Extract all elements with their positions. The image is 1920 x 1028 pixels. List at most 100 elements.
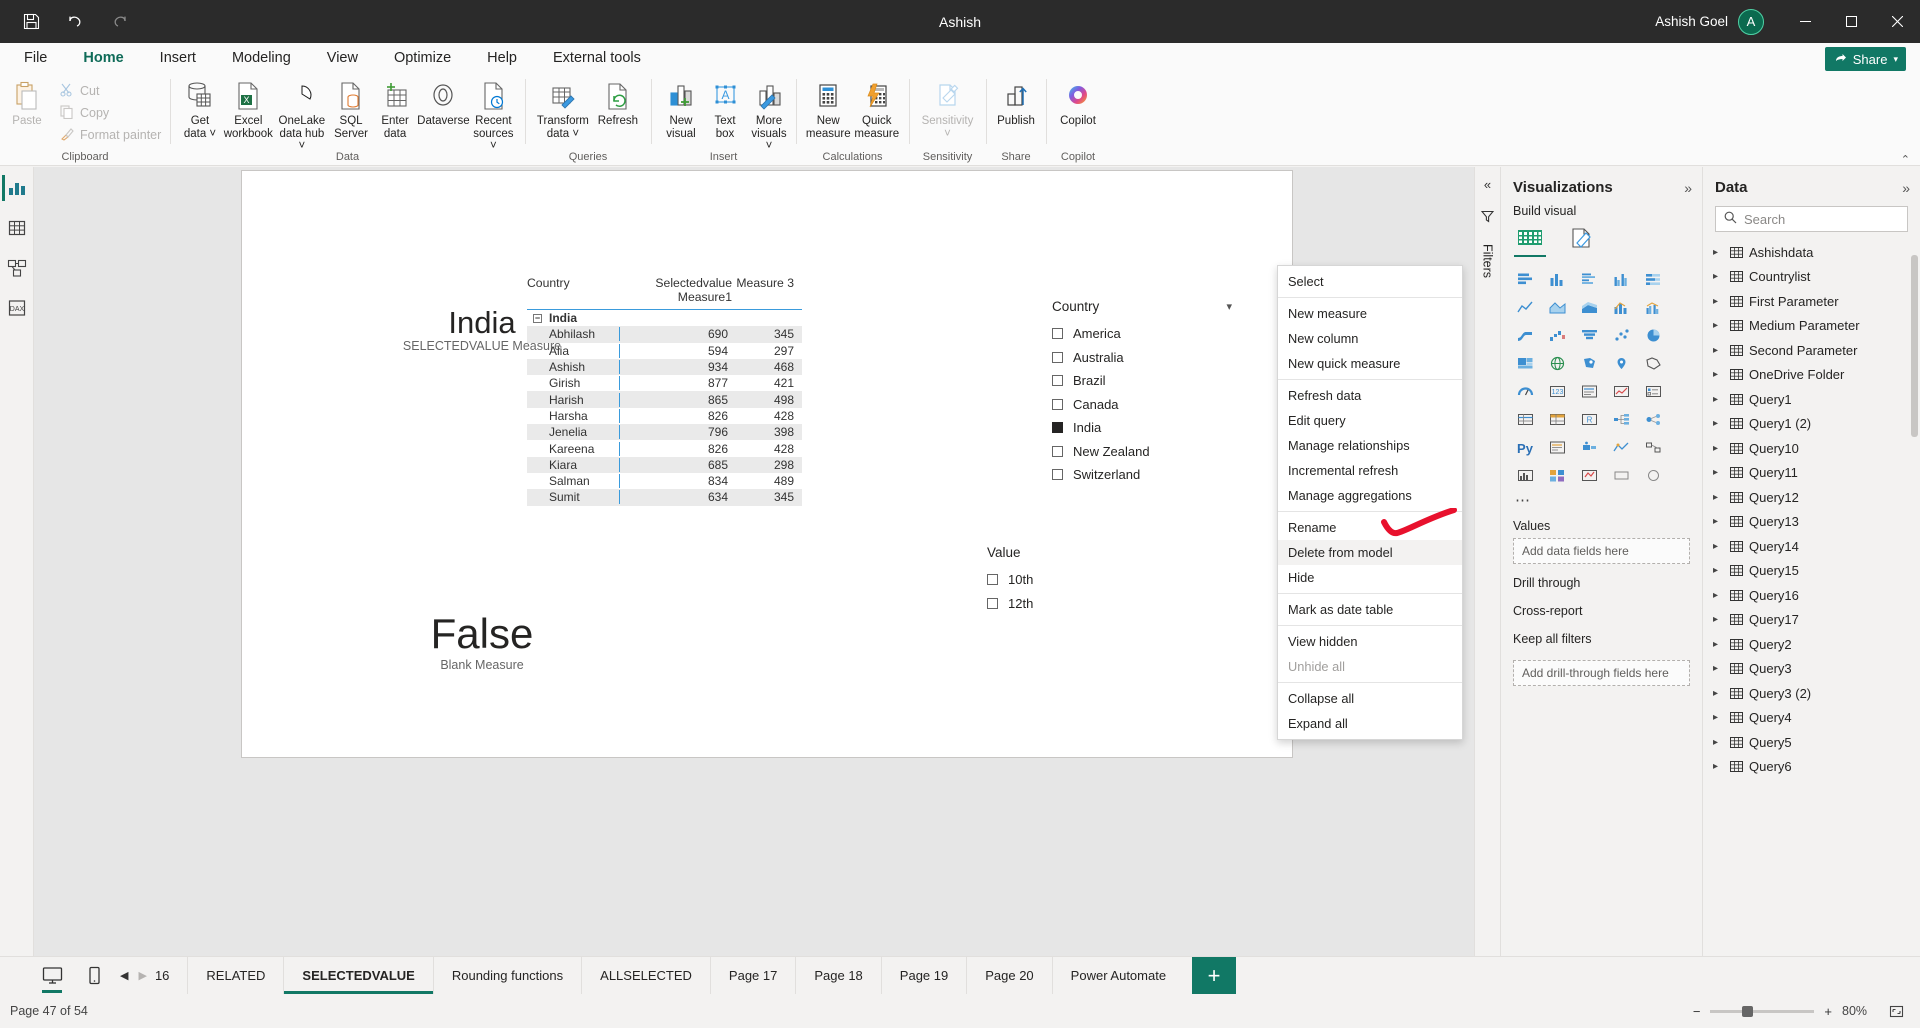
desktop-layout-icon[interactable]	[40, 964, 64, 988]
checkbox-icon[interactable]	[1052, 399, 1063, 410]
chevron-down-icon[interactable]: ▾	[1893, 54, 1898, 65]
data-tree-item[interactable]: ▸First Parameter	[1713, 289, 1920, 314]
table-visual-icon[interactable]	[1511, 407, 1539, 432]
chevron-right-icon[interactable]: ▸	[1713, 492, 1723, 503]
minimize-button[interactable]	[1782, 0, 1828, 43]
data-tree-item[interactable]: ▸Query1 (2)	[1713, 412, 1920, 437]
data-search-box[interactable]	[1715, 206, 1908, 232]
page-tab-related[interactable]: RELATED	[187, 957, 283, 994]
page-tab-allselected[interactable]: ALLSELECTED	[581, 957, 710, 994]
ribbon-tab-insert[interactable]: Insert	[142, 45, 214, 73]
data-tree-item[interactable]: ▸Query1	[1713, 387, 1920, 412]
menu-item-edit-query[interactable]: Edit query	[1278, 408, 1462, 433]
table-row[interactable]: Kareena826428	[527, 440, 802, 456]
dataverse-button[interactable]: Dataverse	[417, 76, 470, 128]
python-visual-icon[interactable]: Py	[1511, 435, 1539, 460]
mobile-layout-icon[interactable]	[82, 964, 106, 988]
data-tree-item[interactable]: ▸Countrylist	[1713, 265, 1920, 290]
power-platform-icon[interactable]	[1543, 463, 1571, 488]
scatter-chart-icon[interactable]	[1607, 323, 1635, 348]
chevron-right-icon[interactable]: ▸	[1713, 418, 1723, 429]
waterfall-chart-icon[interactable]	[1543, 323, 1571, 348]
visio-visual-icon[interactable]	[1639, 435, 1667, 460]
checkbox-icon[interactable]	[987, 598, 998, 609]
recent-sources-button[interactable]: Recentsources ˅	[470, 76, 517, 153]
zoom-slider-thumb[interactable]	[1742, 1006, 1753, 1017]
table-row[interactable]: Ashish934468	[527, 359, 802, 375]
menu-item-select[interactable]: Select	[1278, 269, 1462, 294]
slicer-country-item[interactable]: New Zealand	[1052, 440, 1232, 464]
menu-item-new-column[interactable]: New column	[1278, 326, 1462, 351]
menu-item-new-measure[interactable]: New measure	[1278, 301, 1462, 326]
slicer-value-item[interactable]: 10th	[987, 568, 1107, 592]
paginated-report-icon[interactable]	[1543, 435, 1571, 460]
ribbon-tab-optimize[interactable]: Optimize	[376, 45, 469, 73]
azure-map-icon[interactable]	[1607, 351, 1635, 376]
slicer-value-item[interactable]: 12th	[987, 592, 1107, 616]
add-page-button[interactable]: +	[1192, 957, 1236, 994]
data-tree-item[interactable]: ▸Second Parameter	[1713, 338, 1920, 363]
table-row[interactable]: Salman834489	[527, 473, 802, 489]
table-row[interactable]: Sumit634345	[527, 489, 802, 505]
more-visual-icon-1[interactable]	[1607, 463, 1635, 488]
chevron-right-icon[interactable]: ▸	[1713, 369, 1723, 380]
close-button[interactable]	[1874, 0, 1920, 43]
enter-data-button[interactable]: Enterdata	[373, 76, 417, 140]
chevron-right-icon[interactable]: ▸	[1713, 541, 1723, 552]
transform-data-button[interactable]: Transformdata ˅	[533, 76, 593, 140]
gauge-icon[interactable]	[1511, 379, 1539, 404]
copy-button[interactable]: Copy	[54, 102, 167, 124]
ribbon-tab-external-tools[interactable]: External tools	[535, 45, 659, 73]
chevron-right-icon[interactable]: ▸	[1713, 639, 1723, 650]
chevron-right-icon[interactable]: ▸	[1713, 614, 1723, 625]
sql-server-button[interactable]: SQLServer	[329, 76, 373, 140]
page-tab-power-automate[interactable]: Power Automate	[1052, 957, 1184, 994]
paste-button[interactable]: Paste	[0, 76, 54, 149]
sidebar-item-report-view[interactable]	[2, 175, 28, 201]
arcgis-maps-icon[interactable]	[1607, 435, 1635, 460]
search-input[interactable]	[1744, 212, 1899, 227]
chevron-right-icon[interactable]: ▸	[1713, 712, 1723, 723]
menu-item-manage-relationships[interactable]: Manage relationships	[1278, 433, 1462, 458]
data-tree-item[interactable]: ▸Query11	[1713, 461, 1920, 486]
chevron-right-icon[interactable]: ▸	[1713, 247, 1723, 258]
table-row[interactable]: Abhilash690345	[527, 326, 802, 342]
menu-item-hide[interactable]: Hide	[1278, 565, 1462, 590]
kpi-icon[interactable]	[1607, 379, 1635, 404]
page-tab-page-17[interactable]: Page 17	[710, 957, 795, 994]
ribbon-tab-home[interactable]: Home	[65, 45, 141, 73]
data-tree-item[interactable]: ▸Query2	[1713, 632, 1920, 657]
checkbox-icon[interactable]	[1052, 352, 1063, 363]
data-tree-item[interactable]: ▸Query15	[1713, 559, 1920, 584]
chevron-right-icon[interactable]: ▸	[1713, 590, 1723, 601]
data-tree-item[interactable]: ▸Query10	[1713, 436, 1920, 461]
hundred-stacked-bar-icon[interactable]	[1639, 267, 1667, 292]
maximize-button[interactable]	[1828, 0, 1874, 43]
chevrons-right-icon[interactable]: »	[1684, 180, 1692, 196]
slicer-country-item[interactable]: Australia	[1052, 346, 1232, 370]
slicer-value[interactable]: Value 10th12th	[987, 545, 1107, 615]
chevrons-right-icon[interactable]: »	[1902, 180, 1910, 196]
get-data-button[interactable]: Getdata ˅	[178, 76, 222, 140]
chevron-right-icon[interactable]: ▸	[1713, 565, 1723, 576]
chevron-down-icon[interactable]: ▾	[1226, 300, 1232, 313]
excel-workbook-button[interactable]: X Excelworkbook	[222, 76, 275, 140]
checkbox-icon[interactable]	[1052, 469, 1063, 480]
build-visual-tab[interactable]	[1517, 226, 1543, 257]
chevron-right-icon[interactable]: ▸	[1713, 443, 1723, 454]
menu-item-rename[interactable]: Rename	[1278, 515, 1462, 540]
data-tree-item[interactable]: ▸Query17	[1713, 608, 1920, 633]
table-row[interactable]: Kiara685298	[527, 457, 802, 473]
zoom-out-button[interactable]: −	[1693, 1004, 1701, 1019]
decomposition-tree-icon[interactable]	[1607, 407, 1635, 432]
checkbox-icon[interactable]	[1052, 328, 1063, 339]
drill-through-label[interactable]: Drill through	[1513, 576, 1690, 590]
values-drop-zone[interactable]: Add data fields here	[1513, 538, 1690, 564]
data-tree-item[interactable]: ▸Query14	[1713, 534, 1920, 559]
sidebar-item-dax-query-view[interactable]: DAX	[4, 295, 30, 321]
key-influencers-icon[interactable]	[1639, 407, 1667, 432]
save-icon[interactable]	[20, 11, 42, 33]
slicer-country-item[interactable]: Brazil	[1052, 369, 1232, 393]
slicer-country-item[interactable]: Switzerland	[1052, 463, 1232, 487]
table-row[interactable]: Jenelia796398	[527, 424, 802, 440]
